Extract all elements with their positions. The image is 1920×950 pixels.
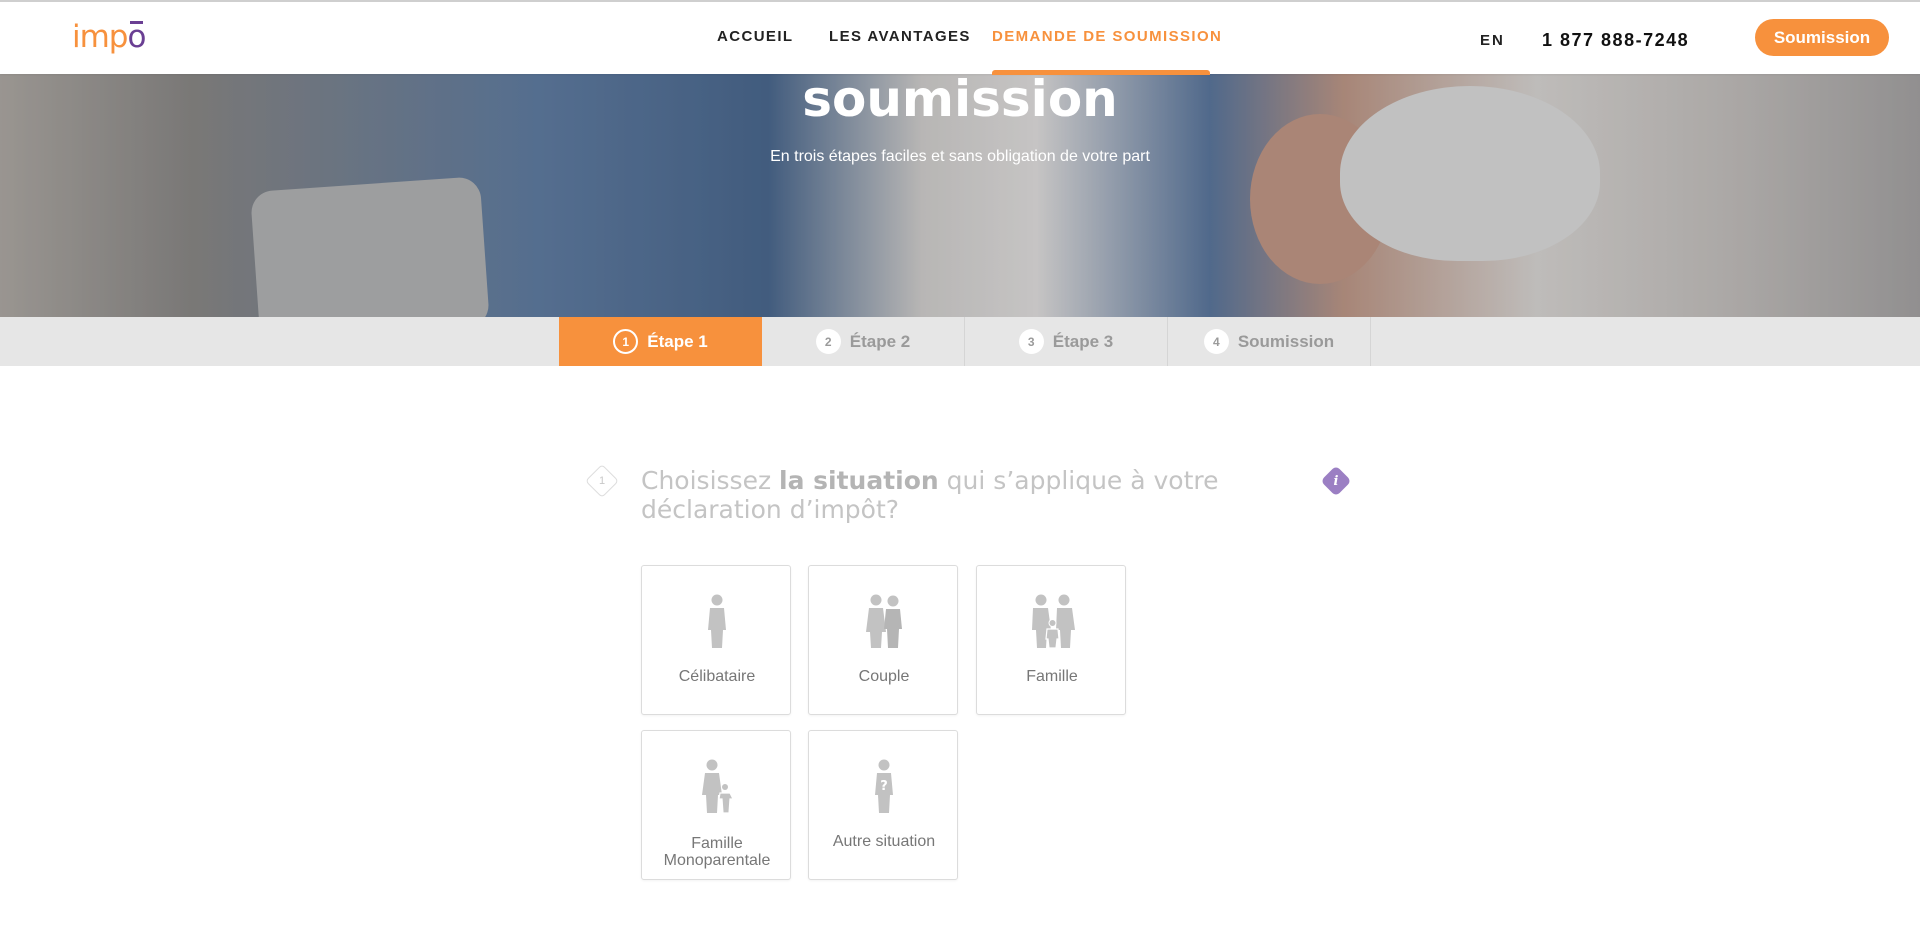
hero-title: soumission <box>802 74 1118 128</box>
soumission-button[interactable]: Soumission <box>1755 19 1889 56</box>
hero-banner: soumission En trois étapes faciles et sa… <box>0 74 1920 317</box>
step-label: Étape 2 <box>849 331 911 351</box>
question-number: 1 <box>598 475 606 487</box>
phone-number[interactable]: 1 877 888-7248 <box>1542 30 1689 51</box>
other-situation-icon: ? <box>875 759 893 813</box>
single-parent-icon <box>702 759 734 814</box>
option-couple[interactable]: Couple <box>808 565 958 715</box>
step-number: 3 <box>1018 329 1044 354</box>
hero-subtitle: En trois étapes faciles et sans obligati… <box>770 148 1150 165</box>
step-tab-2[interactable]: 2 Étape 2 <box>762 317 965 366</box>
site-header: impo ACCUEIL LES AVANTAGES DEMANDE DE SO… <box>0 0 1920 75</box>
nav-les-avantages[interactable]: LES AVANTAGES <box>829 28 971 45</box>
family-icon <box>1032 594 1075 649</box>
question-text-emphasis: la situation <box>779 466 939 495</box>
nav-accueil[interactable]: ACCUEIL <box>717 28 793 45</box>
step-tab-3[interactable]: 3 Étape 3 <box>965 317 1168 366</box>
single-person-icon <box>708 594 726 648</box>
step-number: 1 <box>613 329 639 354</box>
step-label: Soumission <box>1237 331 1335 351</box>
info-icon-glyph: i <box>1333 473 1339 489</box>
svg-text:?: ? <box>880 779 888 794</box>
step-tab-4[interactable]: 4 Soumission <box>1168 317 1371 366</box>
step-label: Étape 3 <box>1052 331 1114 351</box>
nav-demande-de-soumission[interactable]: DEMANDE DE SOUMISSION <box>992 28 1222 45</box>
logo-text: imp <box>72 19 128 55</box>
option-label: Couple <box>858 668 910 685</box>
step-tabs: 1 Étape 1 2 Étape 2 3 Étape 3 4 Soumissi… <box>0 317 1920 366</box>
option-famille[interactable]: Famille <box>976 565 1126 715</box>
option-autre-situation[interactable]: ? Autre situation <box>808 730 958 880</box>
option-label-line1: Famille <box>691 835 743 852</box>
language-switch[interactable]: EN <box>1480 32 1505 49</box>
question-number-badge: 1 <box>585 464 619 498</box>
couple-icon <box>866 594 902 648</box>
option-famille-monoparentale[interactable]: Famille Monoparentale <box>641 730 791 880</box>
option-label: Famille Monoparentale <box>642 835 792 869</box>
logo-accent-text: o <box>127 19 147 55</box>
logo[interactable]: impo <box>72 19 147 55</box>
question-text-start: Choisissez <box>641 466 780 495</box>
info-icon[interactable]: i <box>1320 465 1352 497</box>
question-text: Choisissez la situation qui s’applique à… <box>641 466 1281 524</box>
option-label: Famille <box>1026 668 1078 685</box>
step-number: 4 <box>1203 329 1229 354</box>
nav-active-indicator <box>992 70 1210 75</box>
option-label-line2: Monoparentale <box>663 852 771 869</box>
option-label: Célibataire <box>678 668 756 685</box>
option-celibataire[interactable]: Célibataire <box>641 565 791 715</box>
step-label: Étape 1 <box>647 331 708 351</box>
option-label: Autre situation <box>832 833 936 850</box>
step-tab-1[interactable]: 1 Étape 1 <box>559 317 762 366</box>
step-number: 2 <box>815 329 841 354</box>
